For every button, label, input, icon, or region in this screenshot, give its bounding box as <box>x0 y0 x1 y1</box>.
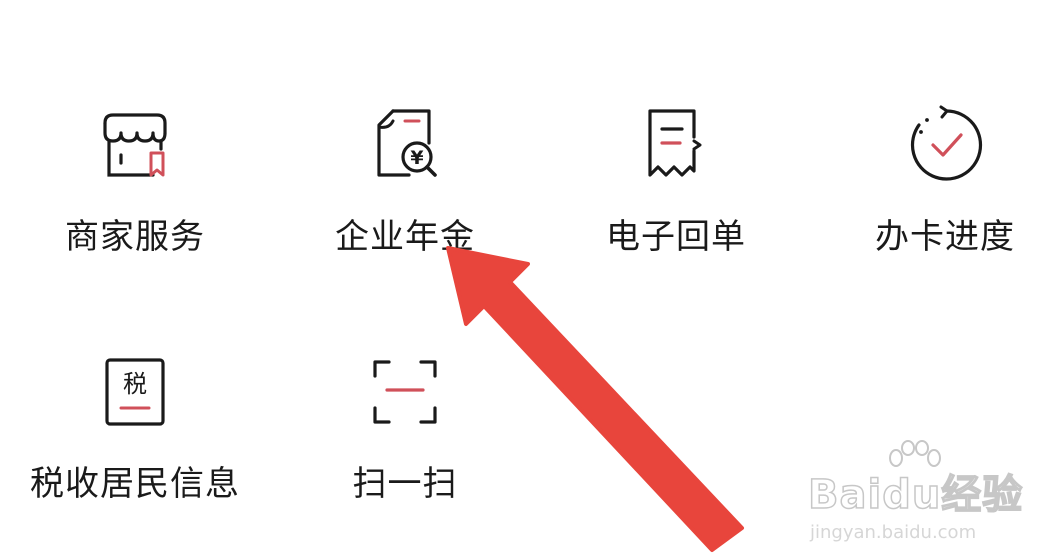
service-label: 办卡进度 <box>875 217 1015 257</box>
service-grid: 商家服务 ¥ 企业年金 电子回单 办卡进度 税 税收居民信息 扫一扫 <box>0 0 1056 554</box>
service-scan[interactable]: 扫一扫 <box>275 352 535 504</box>
service-label: 扫一扫 <box>352 464 458 504</box>
scan-frame-icon <box>365 352 445 432</box>
service-label: 企业年金 <box>335 217 475 257</box>
svg-text:¥: ¥ <box>410 147 423 169</box>
receipt-icon <box>636 105 716 185</box>
storefront-icon <box>95 105 175 185</box>
document-yuan-search-icon: ¥ <box>365 105 445 185</box>
service-label: 税收居民信息 <box>30 464 240 504</box>
service-tax-residency[interactable]: 税 税收居民信息 <box>5 352 265 504</box>
service-card-progress[interactable]: 办卡进度 <box>815 105 1056 257</box>
tax-glyph: 税 <box>123 370 147 398</box>
service-annuity[interactable]: ¥ 企业年金 <box>275 105 535 257</box>
service-label: 商家服务 <box>65 217 205 257</box>
service-label: 电子回单 <box>606 217 746 257</box>
refresh-check-icon <box>905 105 985 185</box>
service-merchant[interactable]: 商家服务 <box>5 105 265 257</box>
service-ereceipt[interactable]: 电子回单 <box>546 105 806 257</box>
tax-badge-icon: 税 <box>95 352 175 432</box>
